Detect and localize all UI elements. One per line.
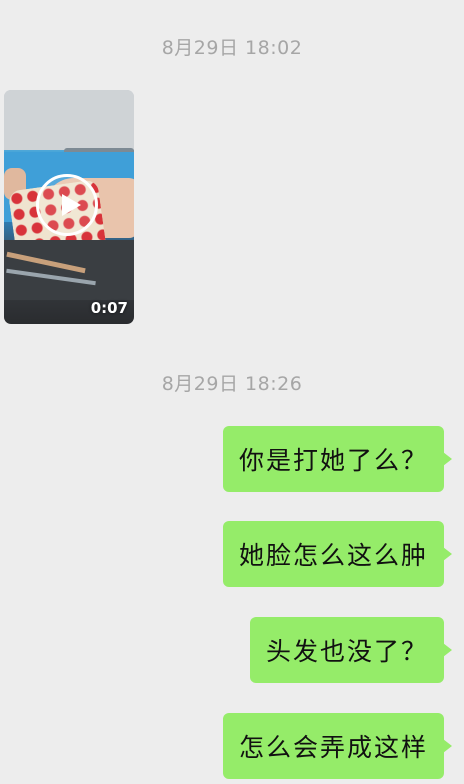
timestamp: 8月29日 18:26 <box>161 373 303 395</box>
video-thumbnail-bg <box>4 90 134 150</box>
timestamp: 8月29日 18:02 <box>161 37 303 59</box>
sent-message-bubble[interactable]: 她脸怎么这么肿 <box>222 521 453 587</box>
video-duration: 0:07 <box>90 299 128 317</box>
sent-message-bubble[interactable]: 你是打她了么？ <box>222 426 453 492</box>
video-message[interactable]: 0:07 <box>4 90 134 324</box>
sent-message-bubble[interactable]: 怎么会弄成这样 <box>222 713 453 779</box>
play-triangle <box>62 194 81 216</box>
sent-message-bubble[interactable]: 头发也没了？ <box>249 617 453 683</box>
play-icon[interactable] <box>36 174 98 236</box>
